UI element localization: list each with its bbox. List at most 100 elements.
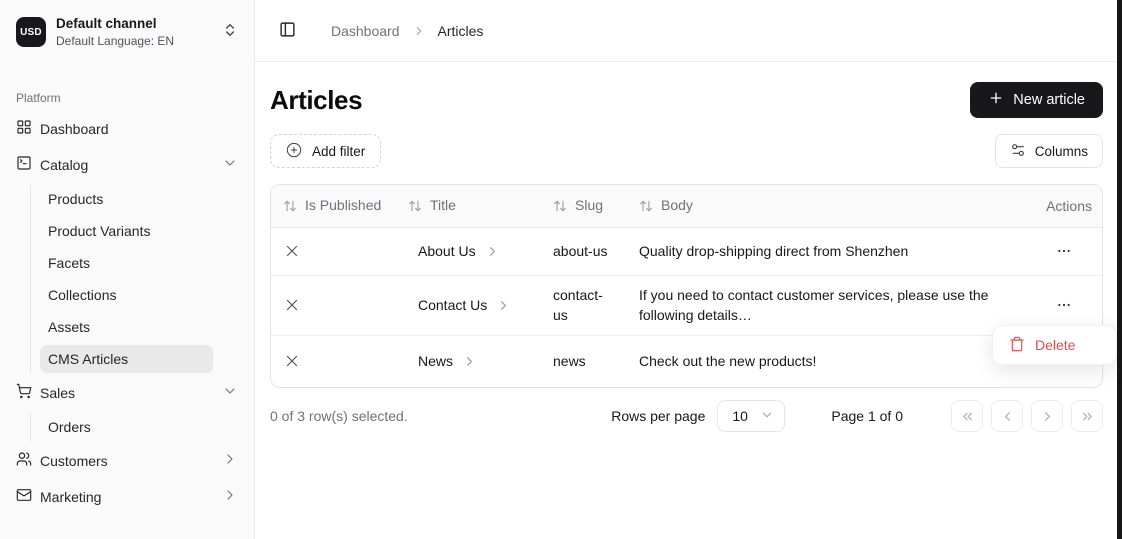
mail-icon — [16, 487, 32, 506]
layout-grid-icon — [16, 119, 32, 138]
window-edge — [1117, 0, 1122, 539]
sidebar-item-customers[interactable]: Customers — [8, 445, 246, 477]
breadcrumb-dashboard[interactable]: Dashboard — [331, 23, 400, 39]
page-content: Articles New article Add filter Columns — [255, 62, 1117, 539]
channel-name: Default channel — [56, 16, 212, 33]
chevron-down-icon — [222, 383, 238, 402]
sidebar-nav: Dashboard Catalog Products Product Varia… — [0, 111, 254, 517]
row-context-menu: Delete — [992, 325, 1117, 365]
delete-menu-item[interactable]: Delete — [993, 336, 1116, 355]
sidebar-item-cms-articles[interactable]: CMS Articles — [40, 345, 213, 373]
sidebar-item-sales[interactable]: Sales — [8, 377, 246, 409]
sidebar-item-label: Catalog — [40, 157, 214, 173]
main-area: Dashboard Articles Articles New article … — [255, 0, 1117, 539]
sort-body[interactable]: Body — [639, 196, 1015, 215]
sidebar-section-label: Platform — [0, 65, 254, 111]
table-toolbar: Add filter Columns — [270, 134, 1103, 168]
channel-switcher[interactable]: USD Default channel Default Language: EN — [8, 8, 246, 57]
sort-title[interactable]: Title — [408, 196, 529, 215]
chevron-left-icon — [1000, 409, 1015, 424]
rows-per-page-select[interactable]: 10 — [717, 400, 785, 432]
settings-sliders-icon — [1010, 142, 1026, 161]
article-slug: about-us — [541, 227, 627, 275]
article-title-link[interactable]: Contact Us — [408, 295, 511, 315]
article-title-link[interactable]: News — [408, 351, 477, 371]
channel-currency-badge: USD — [16, 17, 46, 47]
chevrons-up-down-icon — [222, 22, 238, 43]
sidebar-item-label: Marketing — [40, 489, 214, 505]
table-header-row: Is Published Title Slug Body Actions — [271, 185, 1102, 227]
chevrons-left-icon — [960, 409, 975, 424]
shopping-cart-icon — [16, 383, 32, 402]
breadcrumb: Dashboard Articles — [331, 23, 483, 39]
chevron-right-icon — [496, 298, 511, 313]
rows-per-page-label: Rows per page — [611, 408, 705, 424]
sidebar-item-dashboard[interactable]: Dashboard — [8, 113, 246, 145]
sidebar-item-assets[interactable]: Assets — [40, 313, 213, 341]
page-info: Page 1 of 0 — [831, 408, 903, 424]
square-terminal-icon — [16, 155, 32, 174]
app-window: USD Default channel Default Language: EN… — [0, 0, 1122, 539]
page-title: Articles — [270, 85, 362, 116]
table-row: About Us about-us Quality drop-shipping … — [271, 227, 1102, 275]
sidebar-item-facets[interactable]: Facets — [40, 249, 213, 277]
circle-plus-icon — [286, 142, 302, 161]
plus-icon — [988, 90, 1004, 110]
first-page-button[interactable] — [951, 400, 983, 432]
sales-subnav: Orders — [30, 413, 213, 441]
columns-button[interactable]: Columns — [995, 134, 1103, 168]
last-page-button[interactable] — [1071, 400, 1103, 432]
row-actions-button[interactable] — [1052, 239, 1076, 263]
chevron-right-icon — [222, 451, 238, 470]
article-title-link[interactable]: About Us — [408, 241, 500, 261]
sidebar-item-products[interactable]: Products — [40, 185, 213, 213]
sort-is-published[interactable]: Is Published — [283, 196, 384, 215]
chevrons-right-icon — [1080, 409, 1095, 424]
sidebar: USD Default channel Default Language: EN… — [0, 0, 255, 539]
new-article-button[interactable]: New article — [970, 82, 1103, 118]
actions-header: Actions — [1027, 185, 1102, 227]
article-body: Check out the new products! — [627, 335, 1027, 387]
table-row: News news Check out the new products! — [271, 335, 1102, 387]
chevron-right-icon — [485, 244, 500, 259]
not-published-x-icon — [283, 352, 384, 370]
sidebar-item-orders[interactable]: Orders — [40, 413, 213, 441]
sidebar-item-label: Sales — [40, 385, 214, 401]
arrow-up-down-icon — [408, 199, 422, 213]
panel-left-icon — [279, 21, 296, 41]
previous-page-button[interactable] — [991, 400, 1023, 432]
trash-icon — [1009, 336, 1025, 355]
catalog-subnav: Products Product Variants Facets Collect… — [30, 185, 213, 373]
table-row: Contact Us contact-us If you need to con… — [271, 275, 1102, 335]
articles-table: Is Published Title Slug Body Actions Abo… — [270, 184, 1103, 388]
sort-slug[interactable]: Slug — [553, 196, 615, 215]
channel-language: Default Language: EN — [56, 34, 212, 49]
next-page-button[interactable] — [1031, 400, 1063, 432]
row-actions-button[interactable] — [1052, 293, 1076, 317]
ellipsis-icon — [1056, 243, 1072, 259]
chevron-down-icon — [760, 408, 774, 425]
article-body: Quality drop-shipping direct from Shenzh… — [627, 227, 1027, 275]
chevron-right-icon — [1040, 409, 1055, 424]
pagination — [951, 400, 1103, 432]
sidebar-toggle-button[interactable] — [273, 17, 301, 45]
not-published-x-icon — [283, 242, 384, 260]
add-filter-button[interactable]: Add filter — [270, 134, 381, 168]
chevron-right-icon — [462, 354, 477, 369]
chevron-down-icon — [222, 155, 238, 174]
chevron-right-icon — [222, 487, 238, 506]
sidebar-item-marketing[interactable]: Marketing — [8, 481, 246, 513]
arrow-up-down-icon — [639, 199, 653, 213]
sidebar-item-product-variants[interactable]: Product Variants — [40, 217, 213, 245]
sidebar-item-label: Customers — [40, 453, 214, 469]
breadcrumb-articles: Articles — [438, 23, 484, 39]
sidebar-item-catalog[interactable]: Catalog — [8, 149, 246, 181]
article-slug: news — [541, 335, 627, 387]
topbar: Dashboard Articles — [255, 0, 1117, 62]
arrow-up-down-icon — [553, 199, 567, 213]
sidebar-item-collections[interactable]: Collections — [40, 281, 213, 309]
article-body: If you need to contact customer services… — [627, 275, 1027, 335]
not-published-x-icon — [283, 296, 384, 314]
arrow-up-down-icon — [283, 199, 297, 213]
chevron-right-icon — [412, 24, 426, 38]
